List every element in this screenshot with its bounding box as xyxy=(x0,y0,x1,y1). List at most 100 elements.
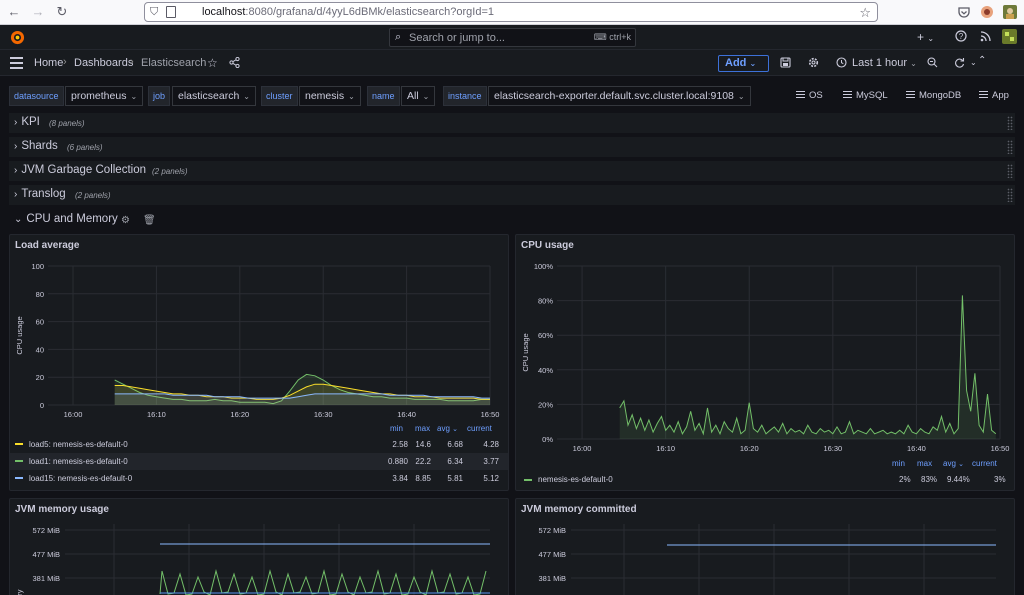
legend-header-current[interactable]: current xyxy=(972,459,997,468)
refresh-icon[interactable] xyxy=(954,57,965,68)
rss-icon[interactable] xyxy=(980,31,991,42)
row-translog[interactable]: › Translog (2 panels) xyxy=(9,185,1015,205)
legend-value-avg: 6.34 xyxy=(447,457,463,466)
row-kpi[interactable]: › KPI (8 panels) xyxy=(9,113,1015,133)
legend-value-avg: 6.68 xyxy=(447,440,463,449)
row-cpu-memory[interactable]: ⌄ CPU and Memory ⚙ 🗑 xyxy=(9,210,209,230)
series-area xyxy=(619,295,996,439)
y-tick-label: 20% xyxy=(538,400,553,409)
settings-gear-icon[interactable]: ⚙ xyxy=(121,215,130,226)
save-icon[interactable] xyxy=(780,57,791,68)
y-axis-title: Memory xyxy=(15,589,24,595)
menu-icon[interactable] xyxy=(10,57,23,69)
help-icon[interactable]: ? xyxy=(955,30,967,42)
panel-jvm-memory-committed[interactable]: JVM memory committed 572 MiB 477 MiB 381 M… xyxy=(515,498,1015,595)
clock-icon xyxy=(836,57,847,68)
star-icon[interactable]: ☆ xyxy=(207,56,218,70)
legend-header-avg[interactable]: avg ⌄ xyxy=(943,459,964,468)
row-title: › Shards xyxy=(14,140,58,152)
grafana-logo-icon[interactable] xyxy=(10,30,25,45)
pocket-icon[interactable] xyxy=(957,5,971,19)
panel-load-average[interactable]: Load average 0 20 40 60 80 100 16:00 16:10 16:20… xyxy=(9,234,509,491)
y-tick-label: 0% xyxy=(542,435,553,444)
back-arrow-icon[interactable]: ← xyxy=(6,4,22,20)
row-panel-count: (2 panels) xyxy=(152,167,188,176)
y-tick-label: 100 xyxy=(31,262,44,271)
chevron-right-icon: › xyxy=(130,56,134,68)
dash-link-mysql[interactable]: MySQL xyxy=(843,90,888,101)
var-label-datasource: datasource xyxy=(9,86,64,106)
drag-handle-icon[interactable] xyxy=(1007,116,1013,130)
chevron-down-icon: ⌄ xyxy=(243,92,250,101)
row-panel-count: (2 panels) xyxy=(75,191,111,200)
chevron-down-icon: ⌄ xyxy=(422,92,430,101)
y-tick-label: 477 MiB xyxy=(538,550,566,559)
forward-arrow-icon[interactable]: → xyxy=(30,4,46,20)
list-icon xyxy=(979,91,988,98)
row-shards[interactable]: › Shards (6 panels) xyxy=(9,137,1015,157)
drag-handle-icon[interactable] xyxy=(1007,164,1013,178)
legend-item[interactable]: nemesis-es-default-0 xyxy=(524,475,613,484)
panel-jvm-memory-usage[interactable]: JVM memory usage 572 MiB477 MiB381 MiB28… xyxy=(9,498,509,595)
user-avatar-icon[interactable] xyxy=(1002,29,1017,44)
browser-toolbar: ← → ↻ ⛉ localhost:8080/grafana/d/4yyL6dB… xyxy=(0,0,1024,25)
legend-row[interactable]: load5: nemesis-es-default-0 2.58 14.6 6.68 4… xyxy=(10,436,508,453)
x-tick-label: 16:00 xyxy=(573,444,592,453)
var-select-name[interactable]: All ⌄ xyxy=(401,86,436,106)
add-button[interactable]: Add ⌄ xyxy=(718,55,769,72)
drag-handle-icon[interactable] xyxy=(1007,140,1013,154)
legend-header-max[interactable]: max xyxy=(415,424,430,433)
reload-icon[interactable]: ↻ xyxy=(54,4,70,20)
chevron-down-icon: ⌄ xyxy=(14,214,23,225)
chevron-down-icon[interactable]: ⌄ xyxy=(970,56,977,70)
var-select-instance[interactable]: elasticsearch-exporter.default.svc.clust… xyxy=(488,86,751,106)
legend-swatch xyxy=(524,478,532,481)
y-tick-label: 381 MiB xyxy=(538,574,566,583)
legend-row[interactable]: load15: nemesis-es-default-0 3.84 8.85 5.81… xyxy=(10,470,508,487)
drag-handle-icon[interactable] xyxy=(1007,188,1013,202)
extension-icon[interactable] xyxy=(980,5,994,19)
breadcrumb-dashboards[interactable]: Dashboards xyxy=(74,57,133,69)
legend-header-min[interactable]: min xyxy=(892,459,905,468)
jvm-memory-committed-chart: 572 MiB 477 MiB 381 MiB xyxy=(538,524,996,595)
dash-link-app[interactable]: App xyxy=(979,90,1009,101)
bookmark-star-icon[interactable]: ☆ xyxy=(859,5,871,21)
y-tick-label: 100% xyxy=(534,262,554,271)
list-icon xyxy=(843,91,852,98)
url-bar[interactable]: ⛉ localhost:8080/grafana/d/4yyL6dBMk/ela… xyxy=(144,2,878,22)
legend-row[interactable]: load1: nemesis-es-default-0 0.880 22.2 6.34… xyxy=(10,453,508,470)
row-jvm-gc[interactable]: › JVM Garbage Collection (2 panels) xyxy=(9,161,1015,181)
trash-icon[interactable]: 🗑 xyxy=(143,215,156,226)
chevron-right-icon: › xyxy=(14,117,18,128)
profile-avatar-icon[interactable] xyxy=(1003,5,1017,19)
search-box[interactable]: ⌕ Search or jump to... ⌨ ctrl+k xyxy=(389,28,636,47)
var-select-cluster[interactable]: nemesis ⌄ xyxy=(299,86,361,106)
legend-header-avg[interactable]: avg ⌄ xyxy=(437,424,458,433)
page-icon xyxy=(166,6,176,18)
y-axis-title: CPU usage xyxy=(15,316,24,354)
chevron-down-icon: ⌄ xyxy=(130,92,138,101)
dash-link-os[interactable]: OS xyxy=(796,90,823,101)
legend-header-min[interactable]: min xyxy=(390,424,403,433)
chevron-right-icon: › xyxy=(63,56,67,68)
share-icon[interactable] xyxy=(229,57,240,68)
search-shortcut: ⌨ ctrl+k xyxy=(593,32,631,42)
chevron-right-icon: › xyxy=(14,165,18,176)
var-select-job[interactable]: elasticsearch ⌄ xyxy=(172,86,256,106)
zoom-out-icon[interactable] xyxy=(927,57,938,68)
breadcrumb-home[interactable]: Home xyxy=(34,57,63,69)
row-title: › KPI xyxy=(14,116,40,128)
panel-cpu-usage[interactable]: CPU usage 0% 20% 40% 60% 80% 100% 16:00 16:10 16… xyxy=(515,234,1015,491)
chevron-up-icon[interactable]: ⌃ xyxy=(978,54,986,68)
dash-link-mongodb[interactable]: MongoDB xyxy=(906,90,961,101)
legend-swatch xyxy=(15,477,23,479)
time-range-picker[interactable]: Last 1 hour ⌄ xyxy=(852,57,917,69)
var-select-datasource[interactable]: prometheus ⌄ xyxy=(65,86,144,106)
var-label-name: name xyxy=(367,86,400,106)
row-title: › Translog xyxy=(14,188,66,200)
legend-header-current[interactable]: current xyxy=(467,424,492,433)
legend-header-max[interactable]: max xyxy=(917,459,932,468)
settings-gear-icon[interactable] xyxy=(808,57,819,68)
x-tick-label: 16:40 xyxy=(907,444,926,453)
plus-icon[interactable]: + ⌄ xyxy=(917,30,934,46)
